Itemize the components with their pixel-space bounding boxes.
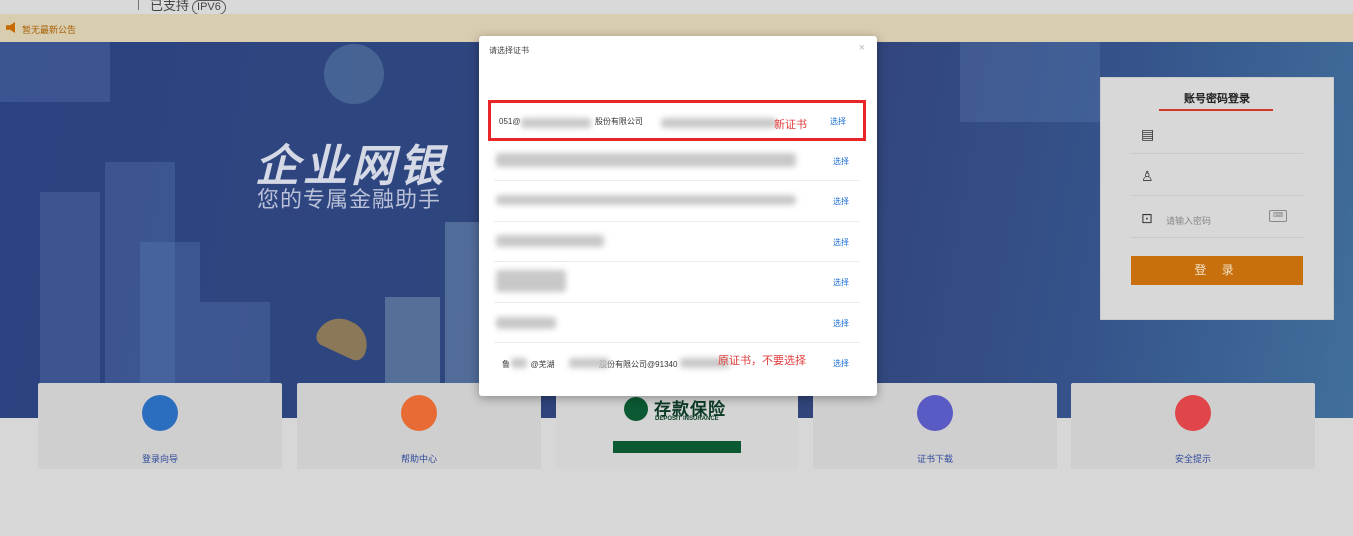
ipv6-support: 已支持 IPV6 [150,0,226,15]
download-icon [917,395,953,431]
certificate-item[interactable]: 选择 [494,141,860,181]
certificate-name-end: 股份有限公司@91340 [599,360,678,369]
select-link[interactable]: 选择 [833,196,849,207]
select-link[interactable]: 选择 [830,116,846,127]
dialog-header: 请选择证书 × [479,36,877,64]
certificate-name-mid: @芜湖 [530,360,555,369]
book-icon [401,395,437,431]
deposit-insurance-logo [624,397,648,421]
redacted-text [496,152,796,167]
redacted-text [511,358,527,368]
feature-label: 安全提示 [1174,454,1211,464]
deposit-strip [613,441,741,453]
banner-subtitle: 您的专属金融助手 [257,187,442,212]
select-link[interactable]: 选择 [833,318,849,329]
select-link[interactable]: 选择 [833,237,849,248]
close-icon[interactable]: × [859,42,865,54]
keyboard-icon[interactable]: ⌨ [1269,210,1287,222]
certificate-item-new[interactable]: 051@ 股份有限公司 新证书 选择 [488,100,866,141]
announcement-text[interactable]: 暂无最新公告 [22,23,76,36]
dialog-title: 请选择证书 [489,46,529,55]
certificate-item-old[interactable]: 鲁 @芜湖 股份有限公司@91340 原证书，不要选择 选择 [494,343,860,384]
certificate-list: 051@ 股份有限公司 新证书 选择 选择 选择 选择 选择 选择 鲁 @芜湖 … [488,100,866,384]
username-field[interactable]: ♙ [1131,156,1303,196]
redacted-text [496,234,604,247]
certificate-item[interactable]: 选择 [494,181,860,222]
feature-login-guide[interactable]: 登录向导 [38,383,282,469]
certificate-name-mid: 股份有限公司 [594,117,643,126]
certificate-name-start: 051@ [499,117,521,126]
certificate-name-start: 鲁 [502,360,510,369]
certificate-note: 新证书 [774,119,807,131]
deposit-subtitle: DEPOSIT INSURANCE [655,416,719,422]
select-link[interactable]: 选择 [833,156,849,167]
redacted-text [496,316,556,329]
bulb-icon [1175,395,1211,431]
select-link[interactable]: 选择 [833,277,849,288]
redacted-text [661,118,776,128]
feature-section: 登录向导 帮助中心 存款保险 DEPOSIT INSURANCE 证书下载 安全… [0,383,1353,536]
login-panel: 账号密码登录 ▤ ♙ ⊡ 请输入密码 ⌨ 登 录 [1100,77,1334,320]
certificate-item[interactable]: 选择 [494,262,860,303]
redacted-text [569,358,609,368]
certificate-dialog: 请选择证书 × 051@ 股份有限公司 新证书 选择 选择 选择 选择 选择 选… [479,36,877,396]
login-tab-underline [1159,109,1273,111]
top-bar: 已支持 IPV6 [0,0,1353,15]
select-link[interactable]: 选择 [833,358,849,369]
feature-label: 帮助中心 [400,454,437,464]
redacted-text [496,270,566,292]
account-field[interactable]: ▤ [1131,114,1303,154]
divider [138,0,139,10]
lock-icon: ⊡ [1141,210,1153,226]
certificate-item[interactable]: 选择 [494,303,860,343]
feature-label: 登录向导 [141,454,178,464]
login-title[interactable]: 账号密码登录 [1101,90,1333,106]
password-field[interactable]: ⊡ 请输入密码 ⌨ [1131,198,1303,238]
password-placeholder: 请输入密码 [1166,216,1212,226]
certificate-note: 原证书，不要选择 [718,355,806,367]
feature-label: 证书下载 [916,454,953,464]
feature-security-tips[interactable]: 安全提示 [1071,383,1315,469]
redacted-text [521,118,591,128]
ipv6-support-text: 已支持 [150,0,190,13]
redacted-text [496,195,796,205]
user-icon: ♙ [1141,168,1154,184]
certificate-item[interactable]: 选择 [494,222,860,262]
speaker-icon [6,22,15,33]
login-button[interactable]: 登 录 [1131,256,1303,285]
ipv6-badge: IPV6 [192,0,226,15]
user-icon [142,395,178,431]
card-icon: ▤ [1141,126,1155,142]
